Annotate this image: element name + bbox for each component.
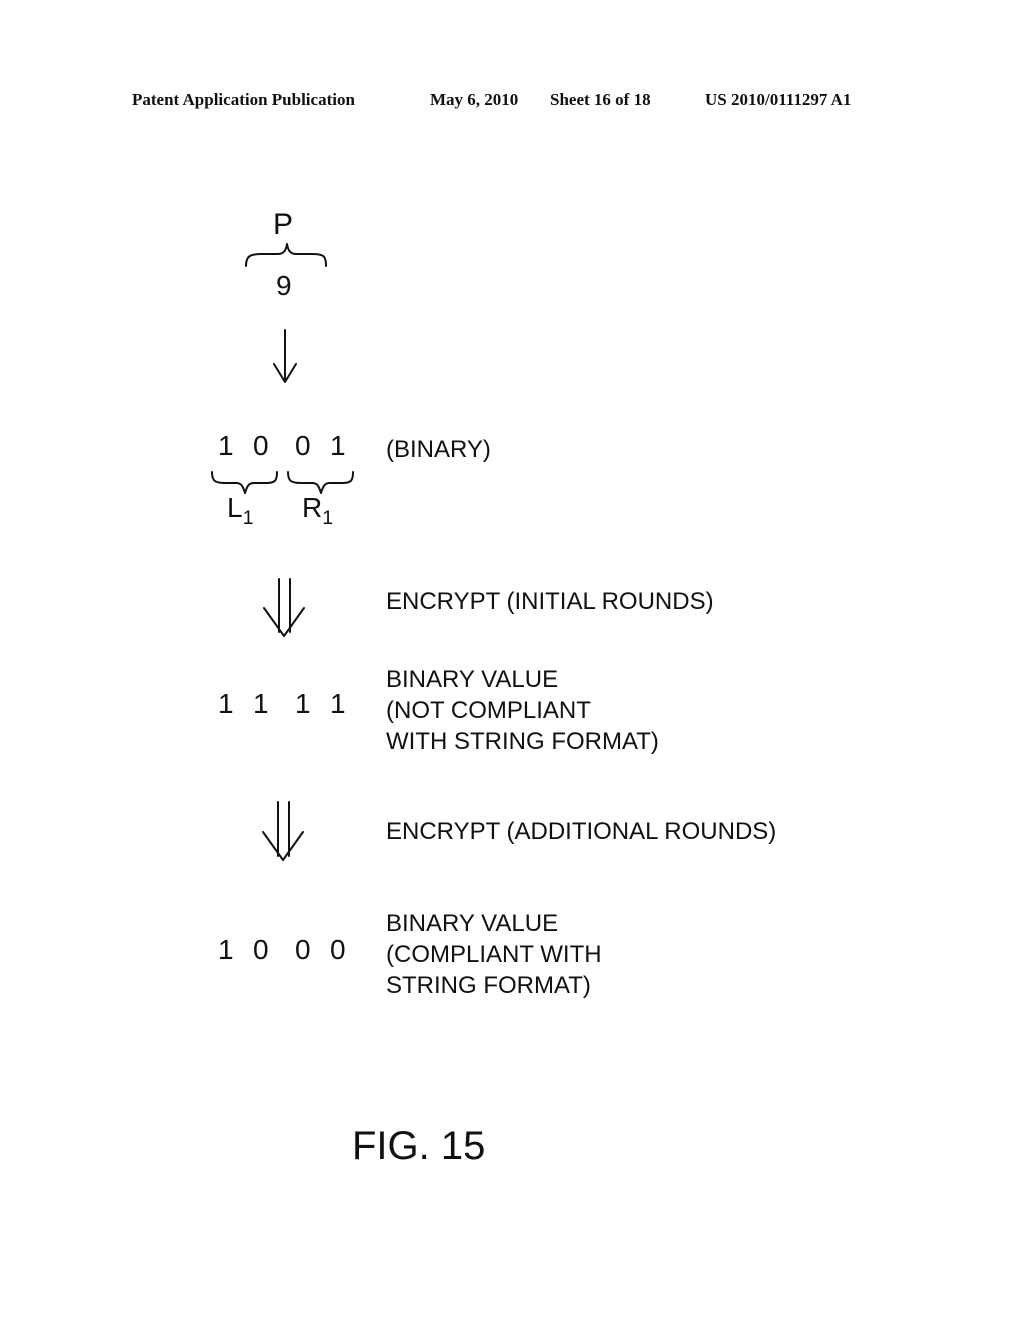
publication-type: Patent Application Publication <box>132 90 355 109</box>
sheet-number: Sheet 16 of 18 <box>550 90 651 109</box>
intermediate-digit: 1 <box>330 688 346 719</box>
intermediate-label-line: BINARY VALUE <box>386 666 559 693</box>
final-digit: 0 <box>330 934 346 965</box>
brace-under-right-half <box>287 471 354 494</box>
diagram-strokes <box>211 243 354 861</box>
final-label-line: (COMPLIANT WITH <box>386 941 602 968</box>
final-digit: 0 <box>295 934 311 965</box>
final-label-line: STRING FORMAT) <box>386 972 591 999</box>
final-digit: 1 <box>218 934 234 965</box>
encrypt-additional-label: ENCRYPT (ADDITIONAL ROUNDS) <box>386 818 777 845</box>
encrypt-initial-label: ENCRYPT (INITIAL ROUNDS) <box>386 588 714 615</box>
binary-label: (BINARY) <box>386 436 491 463</box>
intermediate-digit: 1 <box>218 688 234 719</box>
brace-under-left-half <box>211 471 278 494</box>
binary-digit: 1 <box>218 430 234 461</box>
right-half-letter: R <box>302 492 323 523</box>
right-half-subscript: 1 <box>322 506 334 529</box>
intermediate-digit: 1 <box>295 688 311 719</box>
double-arrow-down-icon <box>263 578 305 637</box>
intermediate-digit: 1 <box>253 688 269 719</box>
intermediate-label-line: WITH STRING FORMAT) <box>386 728 659 755</box>
final-digit: 0 <box>253 934 269 965</box>
binary-digit: 0 <box>295 430 311 461</box>
figure-caption: FIG. 15 <box>352 1124 486 1168</box>
right-half-label: R1 <box>302 492 333 530</box>
plaintext-value: 9 <box>276 270 292 301</box>
publication-date: May 6, 2010 <box>430 90 519 109</box>
left-half-label: L1 <box>227 492 253 530</box>
patent-number: US 2010/0111297 A1 <box>705 90 852 109</box>
binary-digit: 1 <box>330 430 346 461</box>
brace-over-plaintext <box>245 243 327 267</box>
binary-digit: 0 <box>253 430 269 461</box>
plaintext-symbol: P <box>273 208 294 241</box>
double-arrow-down-icon <box>262 801 304 861</box>
left-half-letter: L <box>227 492 243 523</box>
single-arrow-down-icon <box>273 329 297 383</box>
final-label-line: BINARY VALUE <box>386 910 559 937</box>
left-half-subscript: 1 <box>242 506 254 529</box>
intermediate-label-line: (NOT COMPLIANT <box>386 697 591 724</box>
